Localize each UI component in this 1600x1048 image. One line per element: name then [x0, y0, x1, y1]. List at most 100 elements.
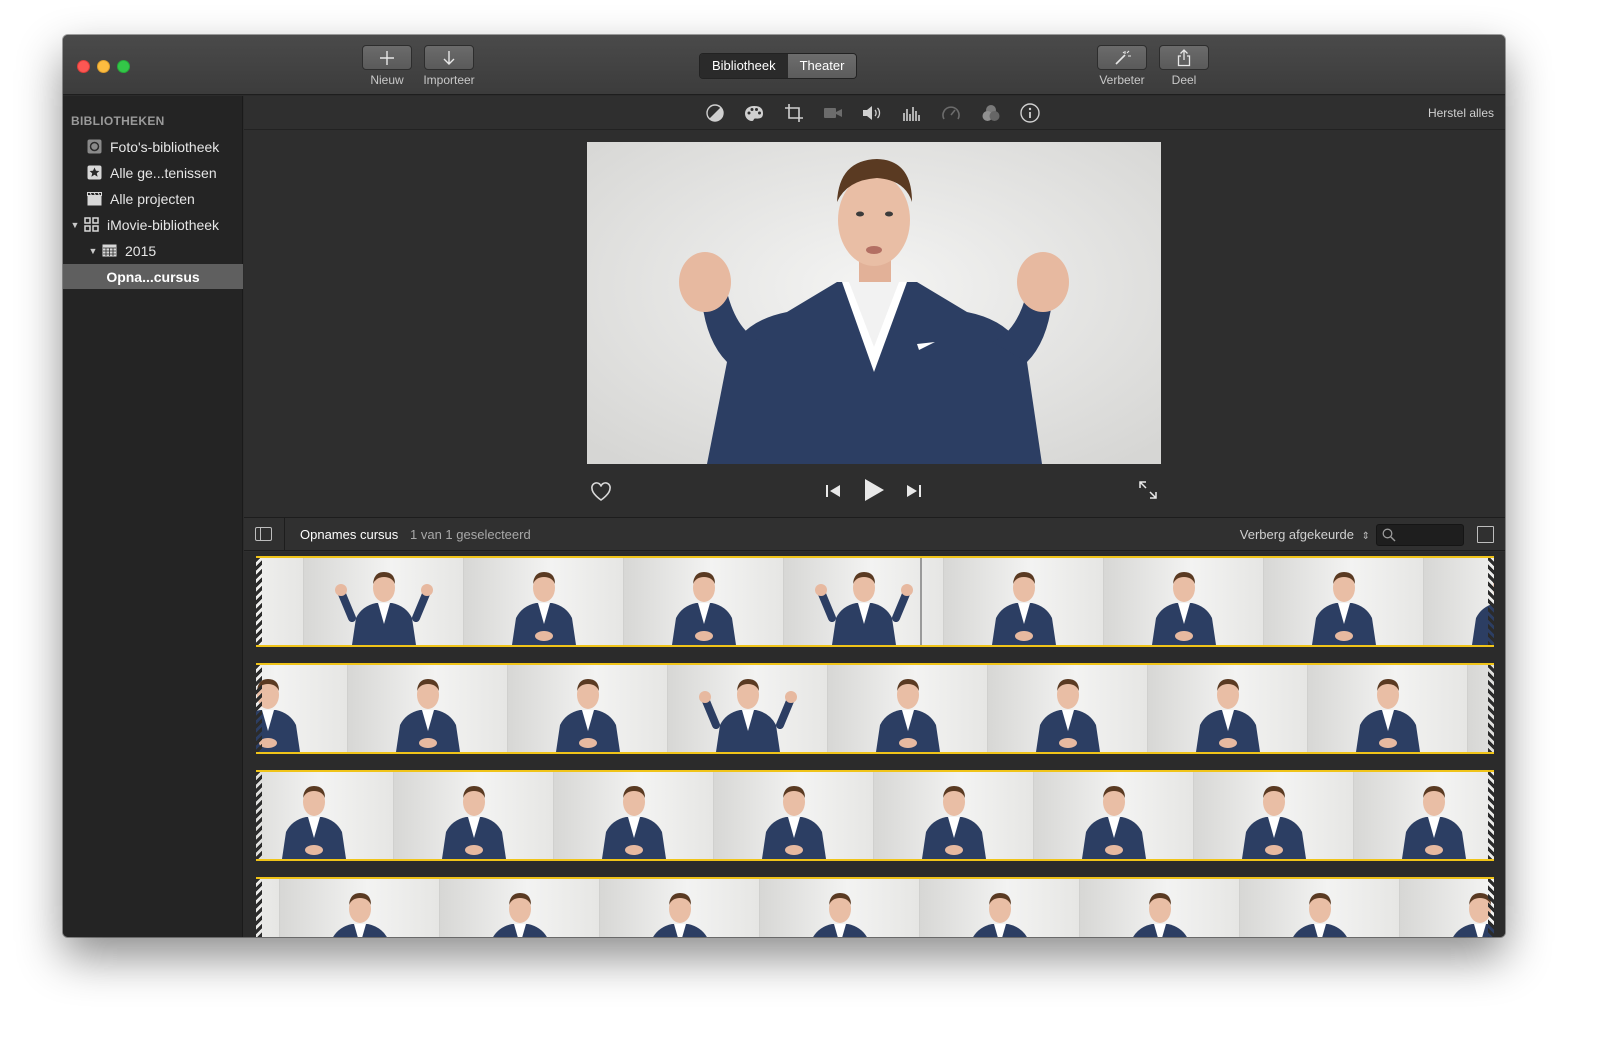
stabilization-icon[interactable] — [823, 103, 843, 123]
clip-thumbnail[interactable] — [668, 665, 828, 752]
clip-thumbnail[interactable] — [714, 772, 874, 859]
sidebar-item-label: Alle ge...tenissen — [110, 164, 217, 181]
clip-thumbnail[interactable] — [600, 879, 760, 937]
clip-thumbnail[interactable] — [1148, 665, 1308, 752]
play-icon — [865, 479, 884, 501]
clip-thumbnail[interactable] — [1424, 558, 1494, 645]
crop-icon[interactable] — [784, 103, 804, 123]
search-icon — [1382, 528, 1396, 542]
skip-forward-icon — [907, 485, 921, 497]
equalizer-icon[interactable] — [902, 103, 922, 123]
clip-filmstrip[interactable] — [256, 877, 1494, 937]
minimize-window-button[interactable] — [97, 60, 110, 73]
new-button[interactable]: Nieuw — [361, 45, 413, 87]
clip-filmstrip[interactable] — [256, 663, 1494, 754]
selection-count: 1 van 1 geselecteerd — [410, 527, 531, 542]
download-arrow-icon — [424, 45, 474, 70]
adjustments-bar: Herstel alles — [244, 96, 1505, 130]
libraries-sidebar: BIBLIOTHEKEN Foto's-bibliotheek Alle ge.… — [63, 96, 243, 937]
clip-thumbnail[interactable] — [624, 558, 784, 645]
sidebar-toggle-icon[interactable] — [255, 527, 272, 541]
clip-filmstrip[interactable] — [256, 770, 1494, 861]
magic-wand-icon — [1097, 45, 1147, 70]
photos-icon — [87, 139, 102, 154]
sidebar-item-imovie-library[interactable]: ▼ iMovie-bibliotheek — [63, 212, 243, 237]
reset-all-button[interactable]: Herstel alles — [1428, 106, 1494, 120]
browser-toolbar: Opnames cursus 1 van 1 geselecteerd Verb… — [244, 517, 1505, 551]
clapper-icon — [87, 191, 102, 206]
skimmer-playhead[interactable] — [920, 558, 922, 645]
clip-thumbnail[interactable] — [1354, 772, 1494, 859]
info-icon[interactable] — [1020, 103, 1040, 123]
clip-thumbnail[interactable] — [828, 665, 988, 752]
sidebar-item-2015[interactable]: ▼ 2015 — [63, 238, 243, 263]
favorite-heart-button[interactable] — [589, 480, 613, 504]
filter-icon[interactable] — [981, 103, 1001, 123]
clip-thumbnail[interactable] — [256, 558, 304, 645]
clip-thumbnail[interactable] — [760, 879, 920, 937]
clip-thumbnail[interactable] — [1194, 772, 1354, 859]
color-balance-icon[interactable] — [705, 103, 725, 123]
skip-forward-button[interactable] — [903, 480, 925, 502]
clip-thumbnail[interactable] — [1240, 879, 1400, 937]
grid-icon — [84, 217, 99, 232]
event-title: Opnames cursus — [300, 527, 399, 542]
clip-thumbnail[interactable] — [944, 558, 1104, 645]
expand-arrows-icon — [1139, 481, 1157, 499]
clip-thumbnail[interactable] — [464, 558, 624, 645]
tab-library[interactable]: Bibliotheek — [700, 54, 788, 78]
fullscreen-window-button[interactable] — [117, 60, 130, 73]
clip-thumbnail[interactable] — [348, 665, 508, 752]
clip-thumbnail[interactable] — [1400, 879, 1494, 937]
clip-start-edge — [256, 772, 262, 859]
clip-thumbnail[interactable] — [1080, 879, 1240, 937]
sidebar-item-all-projects[interactable]: Alle projecten — [63, 186, 243, 211]
speed-icon[interactable] — [941, 103, 961, 123]
skip-back-icon — [826, 485, 840, 497]
clip-thumbnail[interactable] — [920, 879, 1080, 937]
filter-select[interactable]: Verberg afgekeurde ⇕ — [1240, 527, 1370, 542]
sidebar-item-all-events[interactable]: Alle ge...tenissen — [63, 160, 243, 185]
tab-theater[interactable]: Theater — [787, 54, 857, 78]
heart-icon — [591, 482, 611, 501]
clip-thumbnail[interactable] — [256, 772, 394, 859]
clip-thumbnail[interactable] — [280, 879, 440, 937]
import-button[interactable]: Importeer — [423, 45, 475, 87]
clip-thumbnail[interactable] — [874, 772, 1034, 859]
disclosure-triangle-icon[interactable]: ▼ — [70, 220, 80, 230]
clip-start-edge — [256, 665, 262, 752]
clip-end-edge — [1488, 665, 1494, 752]
clip-thumbnail[interactable] — [256, 665, 348, 752]
search-input[interactable] — [1376, 524, 1464, 546]
share-button[interactable]: Deel — [1158, 45, 1210, 87]
disclosure-triangle-icon[interactable]: ▼ — [88, 246, 98, 256]
sidebar-item-event-opnames-cursus[interactable]: Opna...cursus — [63, 264, 243, 289]
clip-end-edge — [1488, 558, 1494, 645]
clip-thumbnail[interactable] — [554, 772, 714, 859]
clip-thumbnail[interactable] — [394, 772, 554, 859]
clip-start-edge — [256, 879, 262, 937]
enhance-label: Verbeter — [1099, 73, 1145, 87]
play-button[interactable] — [861, 476, 887, 504]
fullscreen-button[interactable] — [1136, 478, 1160, 502]
sidebar-item-photos-library[interactable]: Foto's-bibliotheek — [63, 134, 243, 159]
clip-thumbnail[interactable] — [304, 558, 464, 645]
enhance-button[interactable]: Verbeter — [1096, 45, 1148, 87]
color-correction-icon[interactable] — [744, 103, 764, 123]
filmstrip-settings-icon[interactable] — [1477, 526, 1494, 543]
clip-filmstrip[interactable] — [256, 556, 1494, 647]
clip-end-edge — [1488, 879, 1494, 937]
skip-back-button[interactable] — [822, 480, 844, 502]
up-down-chevron-icon: ⇕ — [1361, 531, 1370, 542]
volume-icon[interactable] — [862, 103, 882, 123]
title-bar: Nieuw Importeer Bibliotheek Theater Verb… — [63, 35, 1505, 95]
clip-thumbnail[interactable] — [1034, 772, 1194, 859]
clip-thumbnail[interactable] — [440, 879, 600, 937]
new-label: Nieuw — [370, 73, 404, 87]
clip-thumbnail[interactable] — [1264, 558, 1424, 645]
clip-thumbnail[interactable] — [1308, 665, 1468, 752]
clip-thumbnail[interactable] — [1104, 558, 1264, 645]
clip-thumbnail[interactable] — [508, 665, 668, 752]
close-window-button[interactable] — [77, 60, 90, 73]
clip-thumbnail[interactable] — [988, 665, 1148, 752]
